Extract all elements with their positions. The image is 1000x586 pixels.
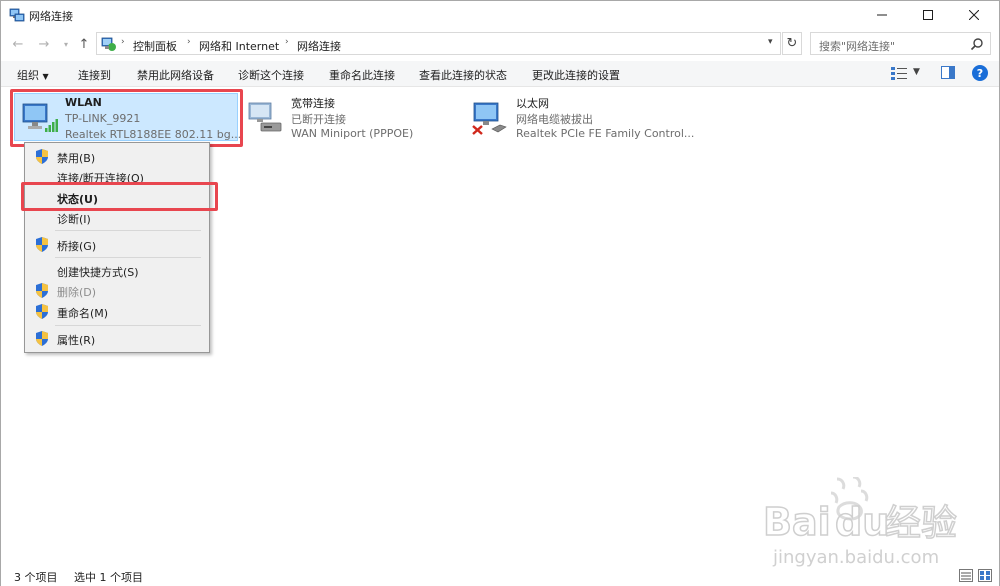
help-button[interactable]: ? bbox=[972, 65, 988, 81]
menu-item-bridge[interactable]: 桥接(G) bbox=[27, 235, 207, 255]
minimize-button[interactable] bbox=[859, 1, 905, 29]
organize-label: 组织 bbox=[17, 69, 39, 82]
breadcrumb-network-connections[interactable]: 网络连接 bbox=[297, 38, 341, 54]
up-button[interactable]: ↑ bbox=[75, 35, 93, 53]
menu-label: 属性(R) bbox=[57, 334, 96, 347]
breadcrumb-network-internet[interactable]: 网络和 Internet bbox=[199, 38, 279, 54]
chevron-down-icon: ▼ bbox=[42, 72, 49, 81]
minimize-icon bbox=[877, 14, 887, 16]
search-input[interactable]: 搜索"网络连接" bbox=[810, 32, 991, 55]
connection-item-ethernet[interactable]: 以太网 网络电缆被拔出 Realtek PCIe FE Family Contr… bbox=[464, 93, 694, 141]
selected-count: 选中 1 个项目 bbox=[74, 571, 143, 584]
connection-item-broadband[interactable]: 宽带连接 已断开连接 WAN Miniport (PPPOE) bbox=[239, 93, 439, 141]
maximize-icon bbox=[923, 10, 933, 20]
menu-label: 创建快捷方式(S) bbox=[57, 266, 139, 279]
uac-shield-icon bbox=[36, 237, 48, 252]
uac-shield-icon bbox=[36, 331, 48, 346]
command-bar: 组织 ▼ 连接到 禁用此网络设备 诊断这个连接 重命名此连接 查看此连接的状态 … bbox=[1, 61, 999, 87]
connect-to-button[interactable]: 连接到 bbox=[78, 67, 111, 83]
back-button[interactable]: ← bbox=[9, 35, 27, 53]
menu-item-create-shortcut[interactable]: 创建快捷方式(S) bbox=[27, 261, 207, 281]
forward-button[interactable]: → bbox=[35, 35, 53, 53]
menu-item-disable[interactable]: 禁用(B) bbox=[27, 147, 207, 167]
annotation-highlight bbox=[10, 89, 243, 147]
maximize-button[interactable] bbox=[905, 1, 951, 29]
control-panel-icon bbox=[101, 37, 116, 51]
menu-item-properties[interactable]: 属性(R) bbox=[27, 329, 207, 349]
change-settings-button[interactable]: 更改此连接的设置 bbox=[532, 67, 620, 83]
title-bar: 网络连接 bbox=[1, 1, 999, 29]
organize-button[interactable]: 组织 ▼ bbox=[17, 67, 49, 83]
menu-label: 桥接(G) bbox=[57, 240, 97, 253]
menu-label: 重命名(M) bbox=[57, 307, 109, 320]
uac-shield-icon bbox=[36, 283, 48, 298]
explorer-window: 网络连接 ← → ▾ ↑ › 控制面板 › 网络和 Internet › 网络连… bbox=[0, 0, 1000, 586]
svg-text:Bai: Bai bbox=[763, 500, 831, 544]
menu-label: 删除(D) bbox=[57, 286, 97, 299]
connection-status: 网络电缆被拔出 bbox=[516, 113, 593, 126]
menu-separator bbox=[55, 230, 201, 231]
ethernet-disconnected-icon bbox=[472, 102, 507, 135]
menu-item-rename[interactable]: 重命名(M) bbox=[27, 302, 207, 322]
search-placeholder: 搜索"网络连接" bbox=[819, 40, 896, 53]
menu-separator bbox=[55, 257, 201, 258]
svg-text:jingyan.baidu.com: jingyan.baidu.com bbox=[772, 547, 939, 568]
preview-pane-icon[interactable] bbox=[941, 66, 955, 79]
diagnose-button[interactable]: 诊断这个连接 bbox=[238, 67, 304, 83]
close-icon bbox=[969, 10, 979, 20]
uac-shield-icon bbox=[36, 149, 48, 164]
broadband-modem-icon bbox=[248, 102, 282, 132]
recent-locations-button[interactable]: ▾ bbox=[57, 35, 75, 53]
context-menu: 禁用(B) 连接/断开连接(O) 状态(U) 诊断(I) 桥接(G) 创建快捷方… bbox=[24, 142, 210, 353]
item-count: 3 个项目 bbox=[14, 571, 58, 584]
connection-device: Realtek PCIe FE Family Control... bbox=[516, 127, 695, 140]
uac-shield-icon bbox=[36, 304, 48, 319]
menu-label: 禁用(B) bbox=[57, 152, 96, 165]
change-view-icon[interactable] bbox=[890, 65, 908, 81]
window-title: 网络连接 bbox=[29, 10, 73, 23]
breadcrumb-separator: › bbox=[285, 37, 289, 47]
address-dropdown-button[interactable]: ▾ bbox=[768, 37, 773, 47]
connection-device: WAN Miniport (PPPOE) bbox=[291, 127, 414, 140]
breadcrumb-separator: › bbox=[187, 37, 191, 47]
breadcrumb-separator: › bbox=[121, 37, 125, 47]
connection-name: 宽带连接 bbox=[291, 97, 335, 110]
svg-text:du: du bbox=[835, 500, 889, 544]
menu-separator bbox=[55, 325, 201, 326]
connection-name: 以太网 bbox=[516, 97, 549, 110]
breadcrumb-control-panel[interactable]: 控制面板 bbox=[133, 38, 177, 54]
address-bar[interactable]: › 控制面板 › 网络和 Internet › 网络连接 bbox=[96, 32, 781, 55]
search-icon bbox=[970, 38, 983, 51]
menu-item-delete: 删除(D) bbox=[27, 281, 207, 301]
view-status-button[interactable]: 查看此连接的状态 bbox=[419, 67, 507, 83]
network-connections-icon bbox=[9, 8, 25, 22]
navigation-bar: ← → ▾ ↑ › 控制面板 › 网络和 Internet › 网络连接 ▾ ↻… bbox=[1, 29, 999, 59]
large-icons-view-icon[interactable] bbox=[978, 569, 992, 582]
baidu-jingyan-watermark-logo: Bai du 经验 jingyan.baidu.com bbox=[763, 477, 958, 568]
status-bar: 3 个项目 选中 1 个项目 bbox=[1, 566, 999, 586]
annotation-highlight bbox=[21, 182, 218, 211]
svg-text:经验: 经验 bbox=[885, 503, 957, 544]
close-button[interactable] bbox=[951, 1, 997, 29]
menu-item-diagnose[interactable]: 诊断(I) bbox=[27, 208, 207, 228]
details-view-icon[interactable] bbox=[959, 569, 973, 582]
menu-label: 诊断(I) bbox=[57, 213, 91, 226]
view-options-dropdown[interactable]: ▼ bbox=[913, 67, 920, 77]
connection-status: 已断开连接 bbox=[291, 113, 346, 126]
rename-button[interactable]: 重命名此连接 bbox=[329, 67, 395, 83]
refresh-button[interactable]: ↻ bbox=[782, 32, 802, 55]
disable-device-button[interactable]: 禁用此网络设备 bbox=[137, 67, 214, 83]
